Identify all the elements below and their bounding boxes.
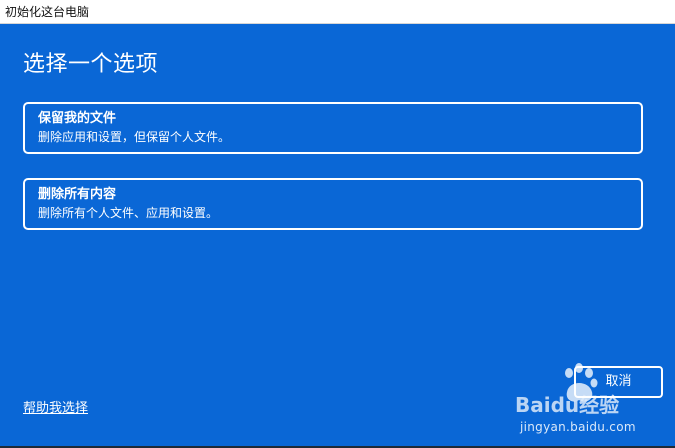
window-title: 初始化这台电脑 [5, 5, 90, 19]
cancel-button[interactable]: 取消 [574, 366, 663, 398]
option-description: 删除所有个人文件、应用和设置。 [38, 206, 219, 220]
option-title: 删除所有内容 [38, 187, 117, 202]
keep-my-files-option[interactable]: 保留我的文件 删除应用和设置，但保留个人文件。 [23, 102, 643, 154]
page-title: 选择一个选项 [23, 52, 159, 77]
option-description: 删除应用和设置，但保留个人文件。 [38, 130, 231, 144]
remove-everything-option[interactable]: 删除所有内容 删除所有个人文件、应用和设置。 [23, 178, 643, 230]
window-titlebar: 初始化这台电脑 [0, 0, 675, 24]
help-me-choose-link[interactable]: 帮助我选择 [23, 397, 88, 416]
option-title: 保留我的文件 [38, 111, 117, 126]
